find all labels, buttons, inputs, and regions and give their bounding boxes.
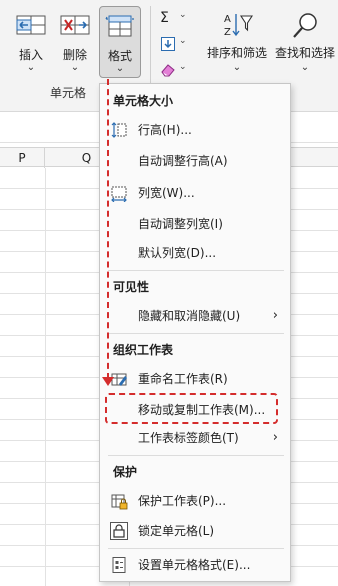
- chevron-down-icon: ⌄: [70, 62, 80, 73]
- format-label: 格式: [107, 49, 132, 63]
- column-width-icon: [110, 184, 128, 203]
- menu-item-label: 保护工作表(P)...: [138, 494, 227, 508]
- menu-item-column-width[interactable]: 列宽(W)...: [100, 181, 290, 205]
- menu-item-label: 自动调整行高(A): [138, 154, 228, 168]
- chevron-down-icon: ⌄: [232, 62, 242, 73]
- find-select-button[interactable]: 查找和选择 ⌄: [272, 6, 338, 78]
- menu-item-rename-sheet[interactable]: 重命名工作表(R): [100, 367, 290, 391]
- menu-item-label: 工作表标签颜色(T): [138, 431, 239, 445]
- chevron-down-icon: ⌄: [115, 63, 125, 74]
- menu-item-label: 设置单元格格式(E)...: [138, 558, 251, 572]
- sort-filter-label: 排序和筛选: [206, 46, 267, 60]
- autosum-button[interactable]: Σ ⌄: [157, 8, 195, 30]
- submenu-arrow-icon: ›: [272, 430, 278, 445]
- chevron-down-icon: ⌄: [300, 62, 310, 73]
- sigma-icon: Σ: [160, 10, 169, 26]
- menu-separator: [108, 270, 284, 271]
- chevron-down-icon: ⌄: [179, 10, 187, 20]
- protect-sheet-icon: [110, 492, 128, 510]
- insert-cells-icon: [14, 10, 48, 43]
- format-cells-icon: [105, 11, 135, 44]
- section-heading-organize-sheets: 组织工作表: [113, 343, 174, 357]
- section-heading-cell-size: 单元格大小: [113, 94, 174, 108]
- chevron-down-icon: ⌄: [179, 36, 187, 46]
- insert-label: 插入: [18, 48, 43, 62]
- menu-item-label: 行高(H)...: [138, 123, 192, 137]
- menu-item-lock-cell[interactable]: 锁定单元格(L): [100, 519, 290, 543]
- section-heading-visibility: 可见性: [113, 280, 150, 294]
- delete-label: 删除: [62, 48, 87, 62]
- menu-item-hide-unhide[interactable]: 隐藏和取消隐藏(U) ›: [100, 304, 290, 328]
- insert-button[interactable]: 插入 ⌄: [8, 6, 54, 78]
- menu-item-label: 自动调整列宽(I): [138, 217, 223, 231]
- sort-filter-icon: A Z: [220, 10, 254, 43]
- menu-item-format-cells[interactable]: 设置单元格格式(E)...: [100, 553, 290, 577]
- menu-item-autofit-row-height[interactable]: 自动调整行高(A): [100, 149, 290, 173]
- menu-separator: [108, 548, 284, 549]
- menu-item-default-width[interactable]: 默认列宽(D)...: [100, 241, 290, 265]
- annotation-highlight-box: [105, 393, 278, 424]
- menu-item-protect-sheet[interactable]: 保护工作表(P)...: [100, 489, 290, 513]
- menu-item-row-height[interactable]: 行高(H)...: [100, 118, 290, 142]
- menu-separator: [108, 455, 284, 456]
- delete-cells-icon: [58, 10, 92, 43]
- menu-item-label: 重命名工作表(R): [138, 372, 228, 386]
- chevron-down-icon: ⌄: [179, 62, 187, 72]
- column-header-p[interactable]: P: [0, 148, 45, 168]
- format-button[interactable]: 格式 ⌄: [99, 6, 141, 78]
- sort-filter-button[interactable]: A Z 排序和筛选 ⌄: [204, 6, 270, 78]
- submenu-arrow-icon: ›: [272, 308, 278, 323]
- lock-icon: [110, 522, 128, 540]
- magnifier-icon: [290, 10, 320, 43]
- annotation-arrow-icon: [102, 377, 114, 386]
- svg-text:A: A: [224, 14, 231, 25]
- svg-text:Z: Z: [224, 27, 231, 38]
- menu-item-label: 默认列宽(D)...: [138, 246, 217, 260]
- menu-item-autofit-column-width[interactable]: 自动调整列宽(I): [100, 212, 290, 236]
- menu-item-label: 列宽(W)...: [138, 186, 195, 200]
- fill-down-icon: [160, 36, 176, 56]
- menu-item-tab-color[interactable]: 工作表标签颜色(T) ›: [100, 426, 290, 450]
- menu-item-label: 隐藏和取消隐藏(U): [138, 309, 241, 323]
- chevron-down-icon: ⌄: [26, 62, 36, 73]
- clear-button[interactable]: ⌄: [157, 60, 195, 82]
- annotation-dashed-line: [107, 79, 109, 379]
- format-dropdown-menu: 单元格大小 行高(H)... 自动调整行高(A) 列宽(W)... 自动调整列宽…: [99, 83, 291, 582]
- eraser-icon: [160, 62, 176, 82]
- delete-button[interactable]: 删除 ⌄: [53, 6, 97, 78]
- menu-item-label: 锁定单元格(L): [138, 524, 215, 538]
- section-heading-protection: 保护: [113, 465, 138, 479]
- row-height-icon: [110, 121, 128, 139]
- fill-button[interactable]: ⌄: [157, 34, 195, 56]
- cells-group-label: 单元格: [50, 86, 87, 100]
- format-cells-dialog-icon: [110, 556, 128, 574]
- menu-separator: [108, 333, 284, 334]
- find-select-label: 查找和选择: [274, 46, 335, 60]
